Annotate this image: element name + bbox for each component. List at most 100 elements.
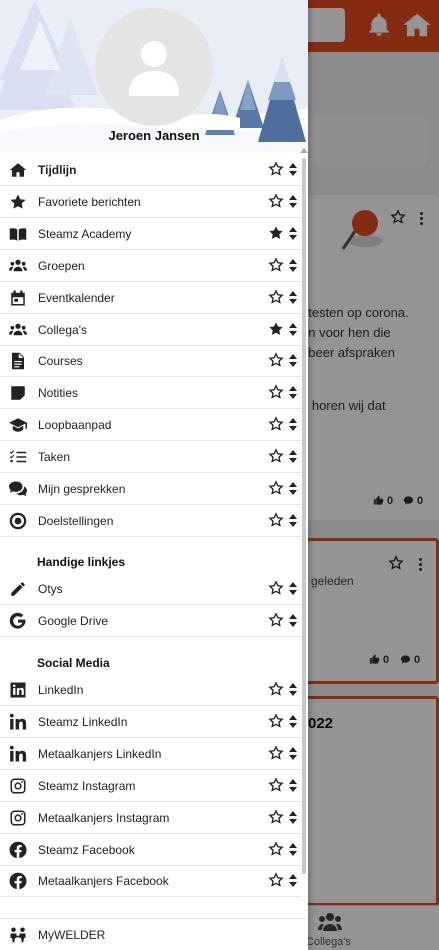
sort-handle-icon[interactable] (289, 582, 297, 595)
star-outline-icon[interactable] (268, 384, 284, 400)
star-filled-icon[interactable] (268, 225, 284, 241)
users-icon (9, 323, 27, 335)
pencil-icon (11, 582, 25, 596)
users-icon (9, 259, 27, 271)
menu-item-eventkalender[interactable]: Eventkalender (0, 282, 302, 314)
menu-item-groepen[interactable]: Groepen (0, 250, 302, 282)
star-outline-icon[interactable] (268, 288, 284, 305)
menu-item-label: Steamz Facebook (38, 842, 135, 857)
menu-item-label: Steamz Academy (38, 226, 132, 241)
menu-item-loopbaanpad[interactable]: Loopbaanpad (0, 409, 302, 442)
sort-handle-icon[interactable] (289, 290, 297, 304)
menu-item-steamz-linkedin[interactable]: Steamz LinkedIn (0, 706, 302, 738)
menu-item-label: Metaalkanjers Facebook (38, 874, 169, 889)
star-outline-icon[interactable] (268, 256, 284, 273)
menu-item-label: Doelstellingen (38, 513, 114, 528)
menu-item-label: Taken (38, 450, 71, 465)
star-outline-icon[interactable] (268, 352, 284, 368)
avatar[interactable] (95, 8, 213, 126)
menu-item-label: LinkedIn (38, 683, 84, 697)
star-filled-icon[interactable] (268, 321, 284, 337)
user-name: Jeroen Jansen (108, 128, 200, 143)
menu-item-label: Loopbaanpad (38, 418, 112, 433)
menu-item-tijdlijn[interactable]: Tijdlijn (0, 154, 302, 186)
menu-item-steamz-facebook[interactable]: Steamz Facebook (0, 834, 302, 866)
scroll-up-arrow-icon[interactable] (300, 148, 308, 153)
sort-handle-icon[interactable] (289, 746, 297, 760)
sort-handle-icon[interactable] (289, 322, 297, 336)
menu-item-notities[interactable]: Notities (0, 377, 302, 410)
linkedin-icon (9, 713, 27, 730)
sort-handle-icon[interactable] (289, 163, 297, 176)
menu-item-metaalkanjers-facebook[interactable]: Metaalkanjers Facebook (0, 865, 302, 898)
sort-handle-icon[interactable] (289, 874, 297, 888)
sort-handle-icon[interactable] (289, 842, 297, 856)
star-outline-icon[interactable] (268, 872, 284, 888)
star-outline-icon[interactable] (268, 480, 284, 496)
star-outline-icon[interactable] (268, 612, 284, 628)
sort-handle-icon[interactable] (289, 226, 297, 240)
star-outline-icon[interactable] (268, 745, 284, 761)
note-icon (11, 386, 25, 401)
star-outline-icon[interactable] (268, 161, 284, 177)
star-outline-icon[interactable] (268, 448, 284, 464)
menu-item-label: Tijdlijn (38, 163, 77, 177)
sort-handle-icon[interactable] (289, 482, 297, 495)
menu-item-collega-s[interactable]: Collega's (0, 314, 302, 346)
facebook-icon (9, 841, 27, 858)
menu-item-metaalkanjers-instagram[interactable]: Metaalkanjers Instagram (0, 802, 302, 834)
star-outline-icon[interactable] (268, 416, 284, 432)
sort-handle-icon[interactable] (289, 354, 297, 368)
menu-item-linkedin[interactable]: LinkedIn (0, 674, 302, 706)
calendar-icon (11, 290, 25, 306)
navigation-drawer: Jeroen Jansen Tijdlijn Favoriete berichte… (0, 0, 308, 950)
drawer-scrollbar[interactable] (302, 158, 306, 874)
menu-item-mijn-gesprekken[interactable]: Mijn gesprekken (0, 473, 302, 505)
menu-item-label: Eventkalender (38, 290, 115, 305)
menu-item-label: Courses (38, 354, 83, 369)
star-solid-icon (10, 194, 26, 209)
menu-item-mywelder[interactable]: MyWELDER (0, 919, 302, 950)
sort-handle-icon[interactable] (289, 258, 297, 272)
sort-handle-icon[interactable] (289, 386, 297, 400)
menu-item-label: Google Drive (38, 613, 109, 628)
sort-handle-icon[interactable] (289, 450, 297, 464)
instagram-icon (10, 778, 26, 794)
home-icon (9, 163, 27, 177)
linkedin-icon (9, 745, 27, 762)
sort-handle-icon[interactable] (289, 810, 297, 824)
star-outline-icon[interactable] (268, 681, 284, 697)
menu-item-steamz-instagram[interactable]: Steamz Instagram (0, 770, 302, 802)
menu-item-label: Steamz LinkedIn (38, 714, 128, 729)
menu-item-favoriete-berichten[interactable]: Favoriete berichten (0, 186, 302, 218)
star-outline-icon[interactable] (268, 512, 284, 528)
star-outline-icon[interactable] (268, 713, 284, 729)
star-outline-icon[interactable] (268, 808, 284, 825)
sort-handle-icon[interactable] (289, 714, 297, 728)
menu-item-metaalkanjers-linkedin[interactable]: Metaalkanjers LinkedIn (0, 738, 302, 770)
menu-item-doelstellingen[interactable]: Doelstellingen (0, 505, 302, 537)
section-heading-handige-linkjes: Handige linkjes (37, 555, 126, 569)
sort-handle-icon[interactable] (289, 418, 297, 432)
star-outline-icon[interactable] (268, 580, 284, 596)
star-outline-icon[interactable] (268, 776, 284, 793)
drawer-header: Jeroen Jansen (0, 0, 308, 152)
book-icon (9, 228, 27, 241)
file-icon (12, 353, 24, 370)
menu-item-otys[interactable]: Otys (0, 573, 302, 605)
linkedin-square-icon (10, 682, 26, 698)
sort-handle-icon[interactable] (289, 194, 297, 208)
star-outline-icon[interactable] (268, 193, 284, 209)
menu-item-google-drive[interactable]: Google Drive (0, 605, 302, 637)
menu-item-steamz-academy[interactable]: Steamz Academy (0, 218, 302, 250)
sort-handle-icon[interactable] (289, 613, 297, 627)
user-silhouette-icon (129, 41, 179, 96)
menu-item-taken[interactable]: Taken (0, 441, 302, 474)
menu-item-label: Mijn gesprekken (38, 482, 126, 496)
menu-item-label: Favoriete berichten (38, 194, 141, 209)
sort-handle-icon[interactable] (289, 513, 297, 527)
star-outline-icon[interactable] (268, 840, 284, 857)
sort-handle-icon[interactable] (289, 778, 297, 792)
menu-item-courses[interactable]: Courses (0, 345, 302, 378)
sort-handle-icon[interactable] (289, 683, 297, 696)
